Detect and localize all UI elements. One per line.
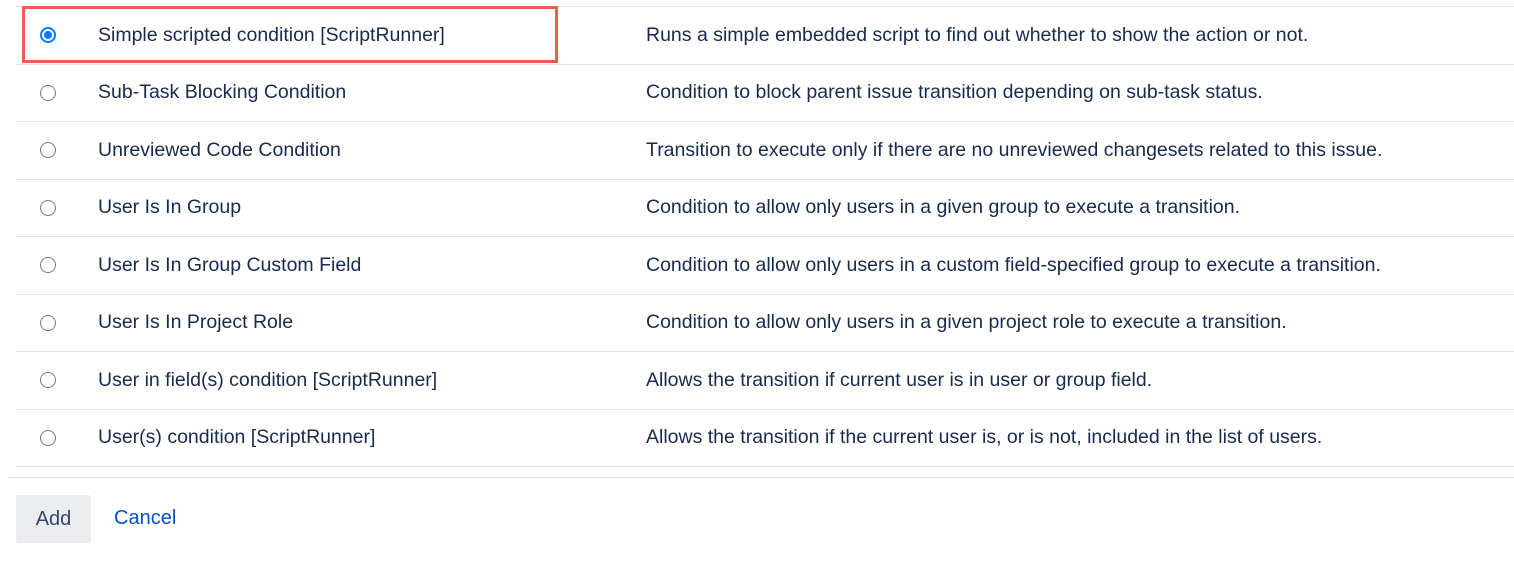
radio-button[interactable] [40, 429, 56, 446]
condition-description: Condition to allow only users in a given… [646, 196, 1241, 219]
condition-description: Allows the transition if current user is… [646, 368, 1153, 391]
add-button[interactable]: Add [16, 495, 91, 543]
radio-button[interactable] [40, 84, 56, 101]
condition-description: Runs a simple embedded script to find ou… [646, 23, 1309, 46]
condition-row[interactable]: User(s) condition [ScriptRunner] Allows … [16, 410, 1514, 467]
condition-row[interactable]: Sub-Task Blocking Condition Condition to… [16, 65, 1514, 122]
condition-name: Unreviewed Code Condition [98, 138, 341, 161]
condition-row[interactable]: User Is In Project Role Condition to all… [16, 295, 1514, 352]
radio-button[interactable] [40, 142, 56, 159]
radio-button[interactable] [40, 199, 56, 216]
condition-row[interactable]: Unreviewed Code Condition Transition to … [16, 122, 1514, 180]
condition-name: User Is In Project Role [98, 311, 294, 334]
footer-divider [8, 477, 1514, 478]
condition-name: User Is In Group Custom Field [98, 253, 362, 276]
condition-row[interactable]: User Is In Group Custom Field Condition … [16, 237, 1514, 295]
condition-row[interactable]: Simple scripted condition [ScriptRunner]… [16, 7, 1514, 65]
radio-button[interactable] [40, 314, 56, 331]
condition-description: Condition to allow only users in a given… [646, 311, 1287, 334]
cancel-link[interactable]: Cancel [114, 507, 176, 530]
condition-list: Simple scripted condition [ScriptRunner]… [16, 7, 1514, 467]
radio-button-selected[interactable] [40, 27, 56, 44]
condition-description: Condition to allow only users in a custo… [646, 253, 1381, 276]
radio-button[interactable] [40, 372, 56, 389]
condition-name: User in field(s) condition [ScriptRunner… [98, 368, 438, 391]
condition-row[interactable]: User Is In Group Condition to allow only… [16, 180, 1514, 237]
condition-name: User Is In Group [98, 196, 242, 219]
condition-name: Simple scripted condition [ScriptRunner] [98, 23, 445, 46]
radio-button[interactable] [40, 257, 56, 274]
condition-description: Transition to execute only if there are … [646, 138, 1383, 161]
condition-name: Sub-Task Blocking Condition [98, 81, 347, 104]
condition-description: Allows the transition if the current use… [646, 426, 1323, 449]
condition-row[interactable]: User in field(s) condition [ScriptRunner… [16, 352, 1514, 410]
condition-name: User(s) condition [ScriptRunner] [98, 426, 376, 449]
condition-description: Condition to block parent issue transiti… [646, 81, 1263, 104]
